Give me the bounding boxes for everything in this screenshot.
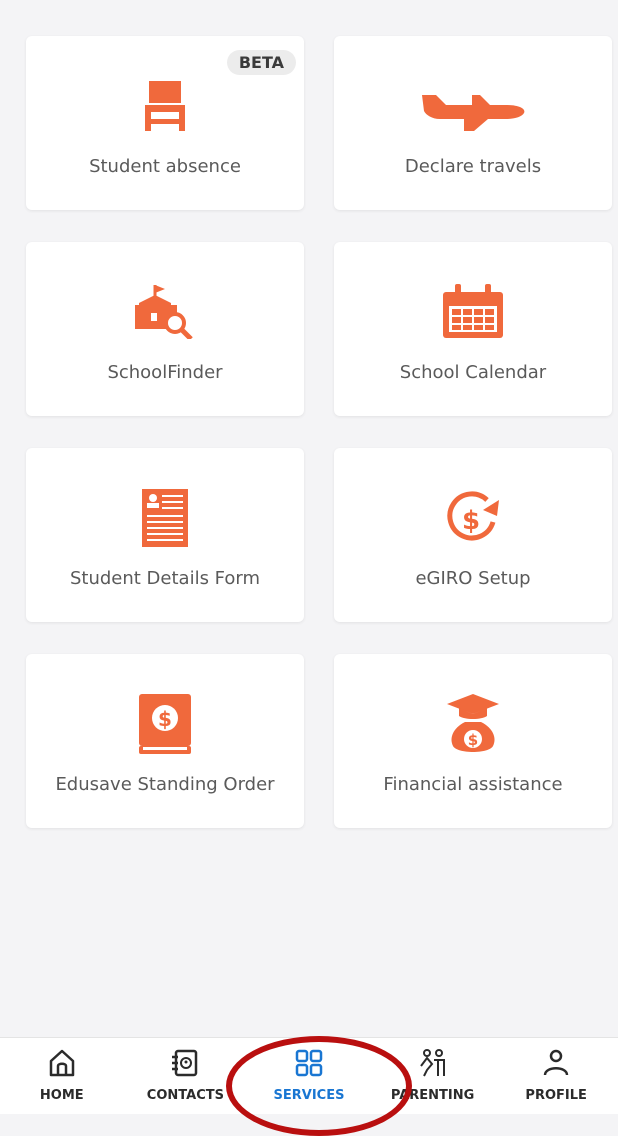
grid-icon xyxy=(247,1048,371,1080)
egiro-setup-card[interactable]: $ eGIRO Setup xyxy=(334,448,612,622)
dollar-book-icon: $ xyxy=(26,694,304,754)
nav-contacts[interactable]: CONTACTS xyxy=(124,1038,248,1114)
money-bag-graduation-icon: $ xyxy=(334,694,612,754)
school-calendar-card[interactable]: School Calendar xyxy=(334,242,612,416)
school-finder-card[interactable]: SchoolFinder xyxy=(26,242,304,416)
home-icon xyxy=(0,1048,124,1080)
declare-travels-card[interactable]: Declare travels xyxy=(334,36,612,210)
desk-chair-icon xyxy=(26,76,304,136)
service-label: SchoolFinder xyxy=(107,362,223,383)
service-label: Financial assistance xyxy=(383,774,563,795)
nav-label: PROFILE xyxy=(525,1088,587,1103)
nav-services[interactable]: SERVICES xyxy=(247,1038,371,1114)
service-label: Declare travels xyxy=(404,156,542,177)
service-label: School Calendar xyxy=(399,362,547,383)
beta-badge: BETA xyxy=(226,50,296,75)
contacts-book-icon xyxy=(124,1048,248,1080)
service-label: Student Details Form xyxy=(69,568,261,589)
svg-text:$: $ xyxy=(468,731,478,749)
calendar-icon xyxy=(334,282,612,342)
student-details-form-card[interactable]: Student Details Form xyxy=(26,448,304,622)
student-absence-card[interactable]: BETA Student absence xyxy=(26,36,304,210)
svg-text:$: $ xyxy=(158,707,172,731)
parenting-icon xyxy=(371,1048,495,1080)
nav-profile[interactable]: PROFILE xyxy=(494,1038,618,1114)
airplane-icon xyxy=(334,76,612,136)
service-label: Edusave Standing Order xyxy=(55,774,275,795)
nav-label: SERVICES xyxy=(273,1088,345,1103)
edusave-standing-order-card[interactable]: $ Edusave Standing Order xyxy=(26,654,304,828)
service-label: eGIRO Setup xyxy=(415,568,531,589)
nav-home[interactable]: HOME xyxy=(0,1038,124,1114)
school-search-icon xyxy=(26,282,304,342)
form-icon xyxy=(26,488,304,548)
person-icon xyxy=(494,1048,618,1080)
bottom-nav: HOME CONTACTS SERVICES PARENTING PROFILE xyxy=(0,1037,618,1114)
dollar-refresh-icon: $ xyxy=(334,488,612,548)
financial-assistance-card[interactable]: $ Financial assistance xyxy=(334,654,612,828)
service-label: Student absence xyxy=(89,156,241,177)
nav-label: PARENTING xyxy=(390,1088,475,1103)
nav-label: HOME xyxy=(39,1088,84,1103)
svg-text:$: $ xyxy=(462,506,480,536)
nav-label: CONTACTS xyxy=(146,1088,224,1103)
nav-parenting[interactable]: PARENTING xyxy=(371,1038,495,1114)
